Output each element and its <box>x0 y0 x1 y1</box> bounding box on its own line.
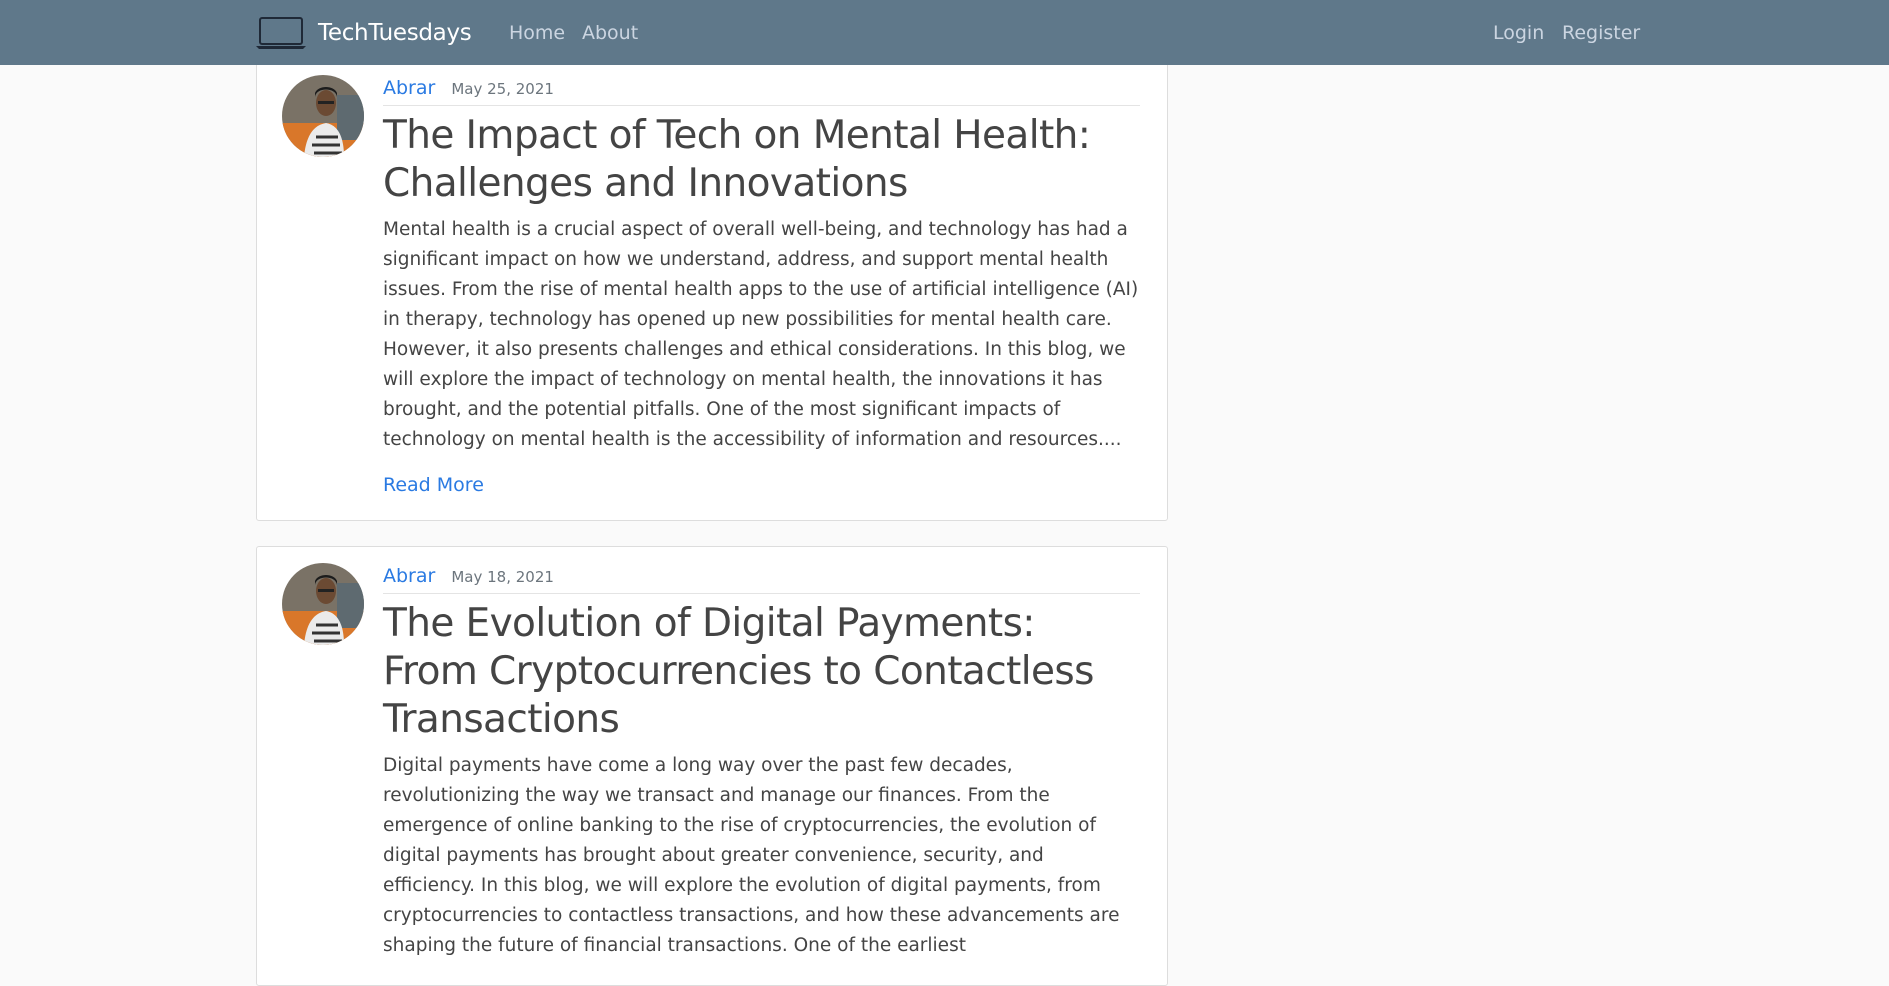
post-meta: Abrar May 18, 2021 <box>383 547 1140 594</box>
author-avatar[interactable] <box>282 75 364 157</box>
nav-about-link[interactable]: About <box>582 0 638 65</box>
nav-home-link[interactable]: Home <box>509 0 565 65</box>
brand-name: TechTuesdays <box>318 19 472 46</box>
laptop-icon <box>256 16 306 49</box>
navbar: TechTuesdays Home About Login Register <box>0 0 1889 65</box>
nav-register-link[interactable]: Register <box>1562 0 1640 65</box>
author-link[interactable]: Abrar <box>383 565 435 587</box>
post-excerpt: Mental health is a crucial aspect of ove… <box>383 219 1139 450</box>
read-more-link[interactable]: Read More <box>383 474 484 496</box>
brand-link[interactable]: TechTuesdays <box>256 0 472 65</box>
author-link[interactable]: Abrar <box>383 77 435 99</box>
post-date: May 18, 2021 <box>451 568 554 586</box>
post-date: May 25, 2021 <box>451 80 554 98</box>
post-card: Abrar May 25, 2021 The Impact of Tech on… <box>256 58 1168 521</box>
author-avatar[interactable] <box>282 563 364 645</box>
post-title[interactable]: The Impact of Tech on Mental Health: Cha… <box>383 112 1140 208</box>
post-title[interactable]: The Evolution of Digital Payments: From … <box>383 600 1140 744</box>
post-meta: Abrar May 25, 2021 <box>383 59 1140 106</box>
nav-login-link[interactable]: Login <box>1493 0 1544 65</box>
post-card: Abrar May 18, 2021 The Evolution of Digi… <box>256 546 1168 986</box>
